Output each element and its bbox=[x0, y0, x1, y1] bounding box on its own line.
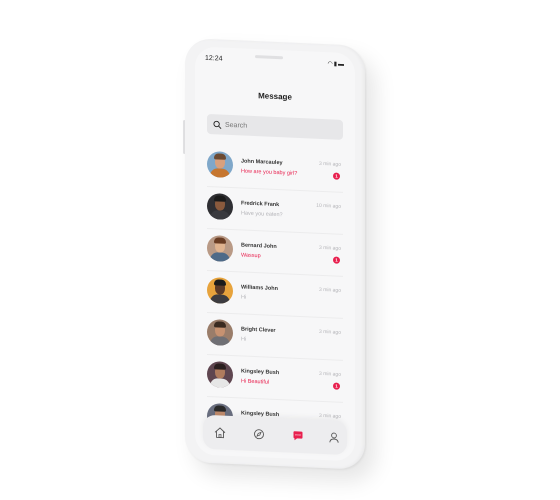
status-time: 12:24 bbox=[205, 54, 223, 63]
unread-badge: 1 bbox=[333, 172, 340, 180]
last-message: Have you eaten? bbox=[241, 210, 283, 219]
conversation-item[interactable]: Bernard John Wassup 3 min ago 1 bbox=[207, 228, 343, 277]
avatar-hair bbox=[214, 237, 226, 244]
search-bar[interactable] bbox=[207, 113, 343, 140]
message-time: 3 min ago bbox=[319, 328, 341, 336]
avatar-body bbox=[210, 168, 230, 179]
last-message: Hi bbox=[241, 336, 247, 343]
search-input[interactable] bbox=[225, 121, 335, 134]
unread-badge: 1 bbox=[333, 382, 340, 390]
phone-device: 12:24 ◠▮▬ Message John MarcauleyHow are … bbox=[185, 38, 365, 470]
last-message: Wassup bbox=[241, 252, 261, 260]
message-time: 3 min ago bbox=[319, 244, 341, 252]
last-message: Hi bbox=[241, 294, 247, 301]
avatar bbox=[207, 360, 233, 389]
status-icons: ◠▮▬ bbox=[327, 60, 345, 68]
profile-icon[interactable] bbox=[327, 430, 341, 445]
explore-icon[interactable] bbox=[252, 427, 266, 442]
message-time: 3 min ago bbox=[319, 412, 341, 420]
message-time: 10 min ago bbox=[316, 202, 341, 210]
contact-name: John Marcauley bbox=[241, 158, 283, 167]
avatar-hair bbox=[214, 321, 226, 328]
avatar-hair bbox=[214, 405, 226, 412]
avatar-hair bbox=[214, 195, 226, 202]
contact-name: Fredrick Frank bbox=[241, 200, 280, 209]
conversation-item[interactable]: Kingsley Bush Hi Beautiful 3 min ago 1 bbox=[207, 354, 343, 403]
conversation-item[interactable]: Williams John Hi 3 min ago bbox=[207, 270, 343, 319]
conversation-item[interactable]: Fredrick Frank Have you eaten? 10 min ago bbox=[207, 186, 343, 235]
bottom-tab-bar bbox=[203, 414, 347, 456]
avatar-hair bbox=[214, 279, 226, 286]
avatar-body bbox=[210, 294, 230, 305]
last-message: Hi Beautiful bbox=[241, 378, 270, 386]
battery-icon: ▬ bbox=[338, 61, 345, 68]
avatar-hair bbox=[214, 153, 226, 160]
avatar bbox=[207, 276, 233, 305]
message-time: 3 min ago bbox=[319, 370, 341, 378]
avatar-body bbox=[210, 378, 230, 389]
avatar-body bbox=[210, 210, 230, 221]
screen: 12:24 ◠▮▬ Message John MarcauleyHow are … bbox=[195, 46, 355, 462]
home-icon[interactable] bbox=[213, 425, 227, 440]
avatar-body bbox=[210, 252, 230, 263]
avatar bbox=[207, 150, 233, 179]
conversation-list[interactable]: John Marcauley How are you baby girl? 3 mi… bbox=[207, 144, 343, 445]
avatar bbox=[207, 234, 233, 263]
contact-name: Kingsley Bush bbox=[241, 368, 280, 377]
page-title: Message bbox=[258, 91, 292, 102]
contact-name: Bright Clever bbox=[241, 326, 276, 334]
message-time: 3 min ago bbox=[319, 286, 341, 294]
last-message: How are you baby girl? bbox=[241, 168, 298, 177]
unread-badge: 1 bbox=[333, 256, 340, 264]
contact-name: Bernard John bbox=[241, 242, 277, 251]
avatar-hair bbox=[214, 363, 226, 370]
avatar bbox=[207, 318, 233, 347]
conversation-item[interactable]: John Marcauley How are you baby girl? 3 mi… bbox=[207, 144, 343, 193]
contact-name: Williams John bbox=[241, 284, 278, 293]
chat-icon[interactable] bbox=[291, 429, 305, 444]
avatar bbox=[207, 192, 233, 221]
conversation-item[interactable]: Bright Clever Hi 3 min ago bbox=[207, 312, 343, 361]
message-time: 3 min ago bbox=[319, 160, 341, 168]
avatar-body bbox=[210, 336, 230, 347]
status-bar: 12:24 ◠▮▬ bbox=[205, 55, 345, 71]
search-icon bbox=[213, 120, 222, 129]
